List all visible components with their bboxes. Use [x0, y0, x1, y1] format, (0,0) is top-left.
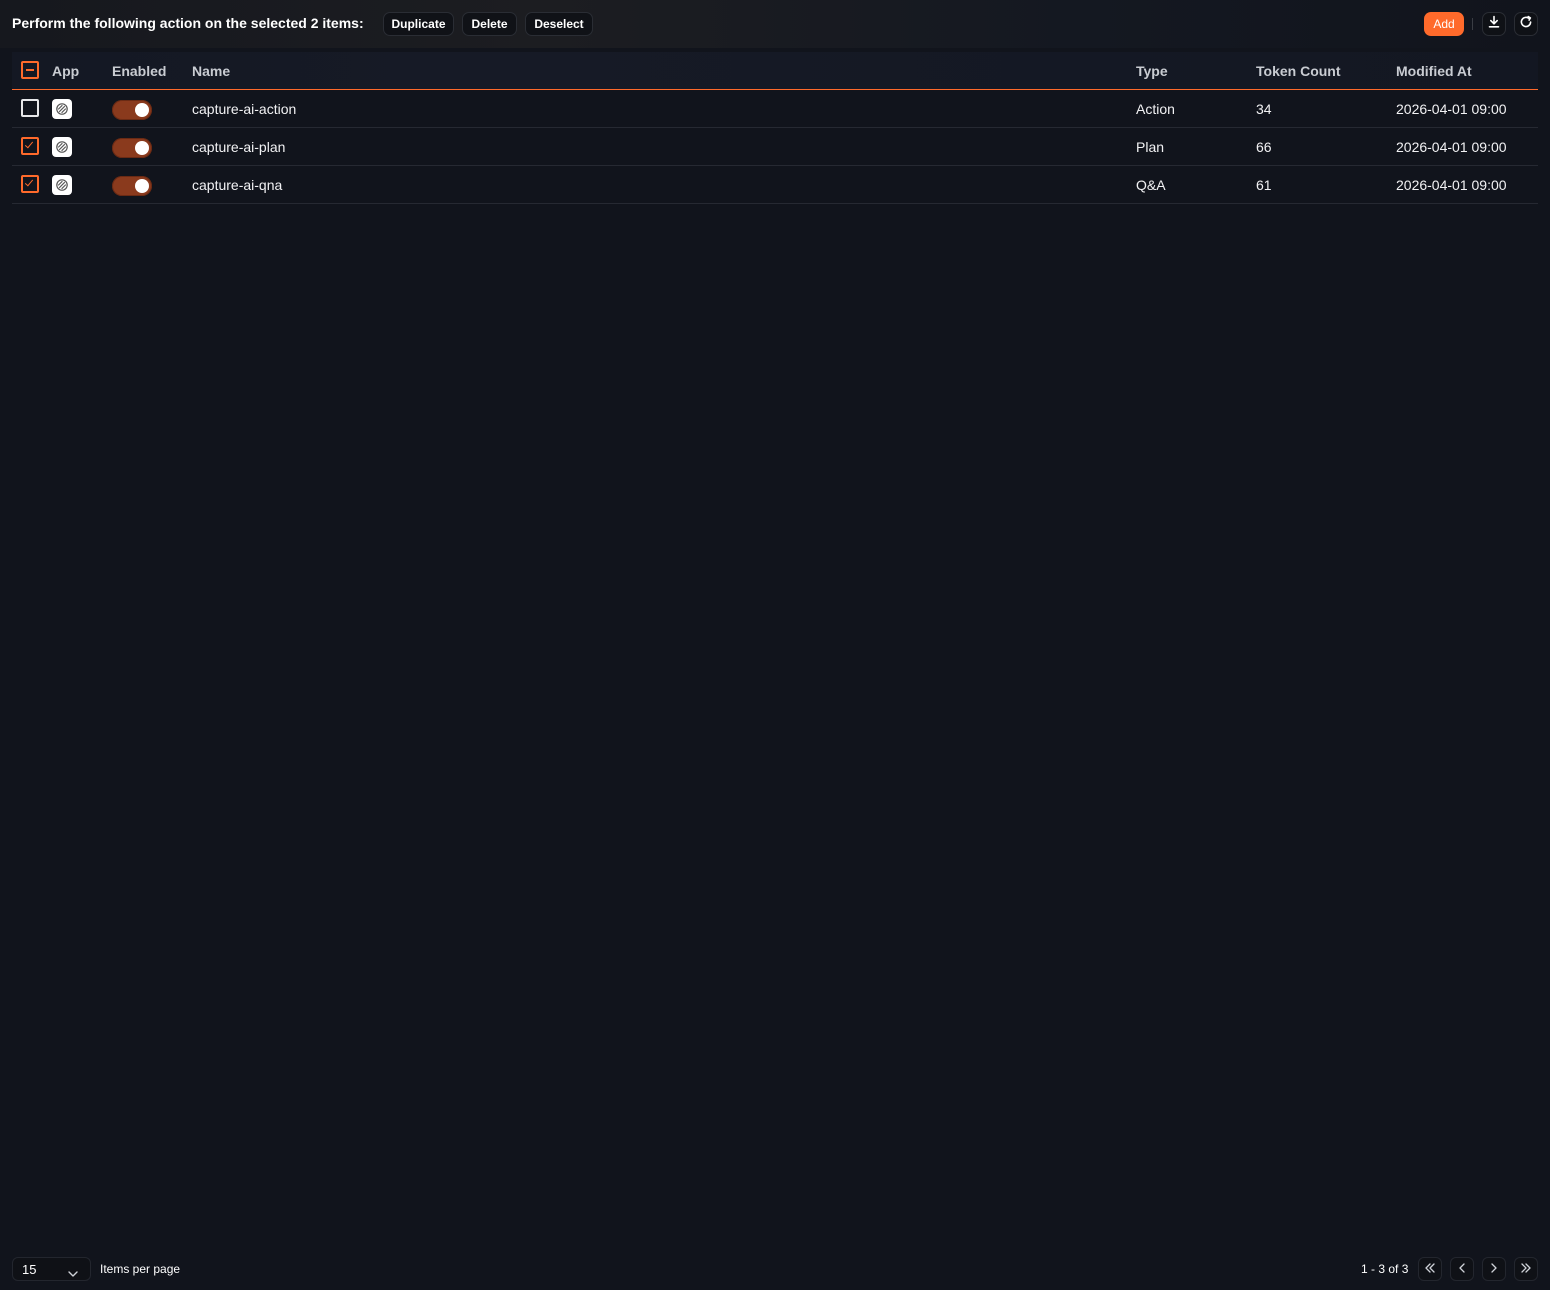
refresh-icon	[1519, 15, 1533, 34]
select-all-checkbox[interactable]	[21, 61, 39, 79]
column-header-app[interactable]: App	[52, 63, 79, 79]
table-row[interactable]: capture-ai-qna Q&A 61 2026-04-01 09:00	[12, 166, 1538, 204]
bulk-action-bar: Perform the following action on the sele…	[0, 0, 1550, 48]
row-token-count: 61	[1256, 177, 1272, 193]
refresh-button[interactable]	[1514, 12, 1538, 36]
row-modified-at: 2026-04-01 09:00	[1396, 177, 1507, 193]
chevrons-left-icon	[1424, 1260, 1436, 1278]
chevron-left-icon	[1458, 1260, 1466, 1278]
row-token-count: 34	[1256, 101, 1272, 117]
pagination-range: 1 - 3 of 3	[1361, 1262, 1409, 1276]
column-header-name[interactable]: Name	[192, 63, 230, 79]
table-row[interactable]: capture-ai-action Action 34 2026-04-01 0…	[12, 90, 1538, 128]
next-page-button[interactable]	[1482, 1257, 1506, 1281]
delete-button[interactable]: Delete	[462, 12, 517, 36]
column-header-type[interactable]: Type	[1136, 63, 1168, 79]
row-modified-at: 2026-04-01 09:00	[1396, 101, 1507, 117]
items-per-page-value: 15	[22, 1262, 37, 1277]
app-logo-icon	[52, 137, 72, 157]
column-header-modified-at[interactable]: Modified At	[1396, 63, 1472, 79]
first-page-button[interactable]	[1418, 1257, 1442, 1281]
previous-page-button[interactable]	[1450, 1257, 1474, 1281]
row-type: Action	[1136, 101, 1175, 117]
add-button[interactable]: Add	[1424, 12, 1464, 36]
toggle-knob	[135, 103, 149, 117]
table-row[interactable]: capture-ai-plan Plan 66 2026-04-01 09:00	[12, 128, 1538, 166]
last-page-button[interactable]	[1514, 1257, 1538, 1281]
row-name: capture-ai-qna	[192, 177, 283, 193]
row-token-count: 66	[1256, 139, 1272, 155]
app-logo-icon	[52, 99, 72, 119]
row-checkbox[interactable]	[21, 99, 39, 117]
row-checkbox[interactable]	[21, 175, 39, 193]
duplicate-button[interactable]: Duplicate	[383, 12, 454, 36]
row-checkbox[interactable]	[21, 137, 39, 155]
chevron-right-icon	[1490, 1260, 1498, 1278]
prompts-table: App Enabled Name Type Token Count Modifi…	[12, 52, 1538, 204]
row-type: Q&A	[1136, 177, 1166, 193]
column-header-enabled[interactable]: Enabled	[112, 63, 166, 79]
chevrons-right-icon	[1520, 1260, 1532, 1278]
bulk-action-message: Perform the following action on the sele…	[12, 15, 364, 31]
download-button[interactable]	[1482, 12, 1506, 36]
table-header: App Enabled Name Type Token Count Modifi…	[12, 52, 1538, 90]
enabled-toggle[interactable]	[112, 176, 152, 196]
toggle-knob	[135, 141, 149, 155]
download-icon	[1487, 15, 1501, 34]
toolbar-divider	[1472, 18, 1473, 30]
deselect-button[interactable]: Deselect	[525, 12, 593, 36]
row-name: capture-ai-action	[192, 101, 297, 117]
toggle-knob	[135, 179, 149, 193]
items-per-page-select[interactable]: 15	[12, 1257, 91, 1281]
column-header-token-count[interactable]: Token Count	[1256, 63, 1341, 79]
chevron-down-icon	[68, 1265, 78, 1283]
row-name: capture-ai-plan	[192, 139, 286, 155]
app-logo-icon	[52, 175, 72, 195]
enabled-toggle[interactable]	[112, 100, 152, 120]
row-type: Plan	[1136, 139, 1165, 155]
row-modified-at: 2026-04-01 09:00	[1396, 139, 1507, 155]
items-per-page-label: Items per page	[100, 1262, 181, 1276]
enabled-toggle[interactable]	[112, 138, 152, 158]
